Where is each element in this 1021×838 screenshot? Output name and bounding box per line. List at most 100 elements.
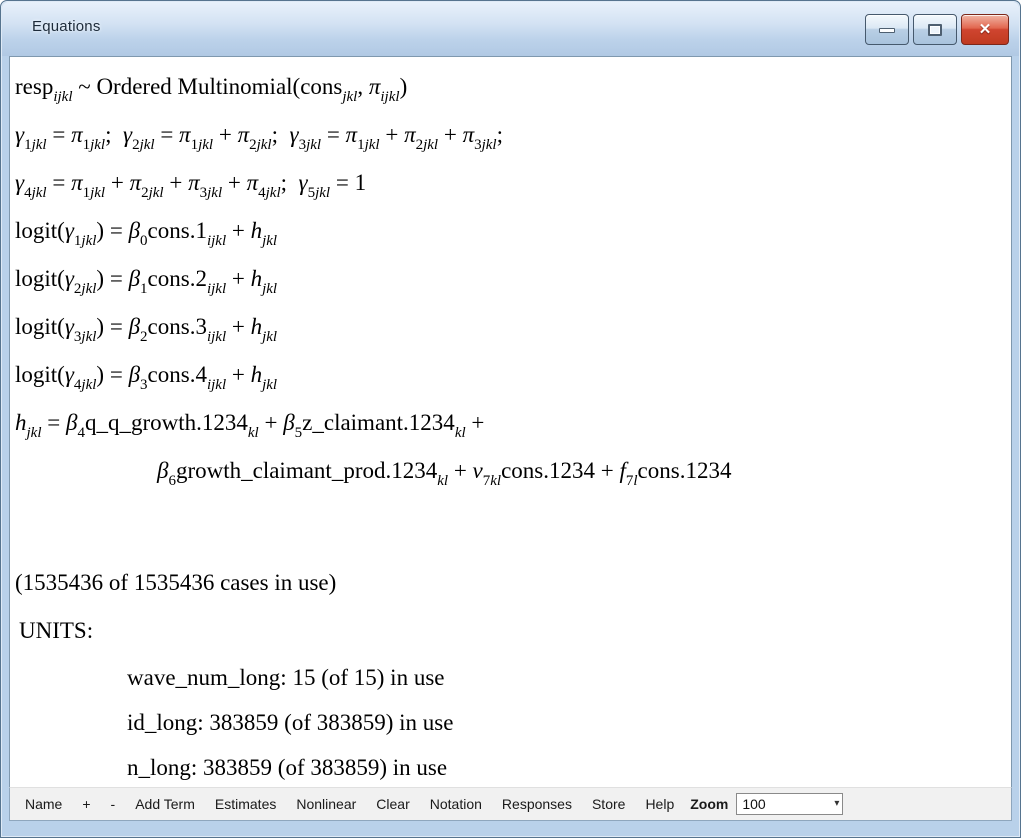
equation-token[interactable]: jkl: [198, 137, 213, 153]
equation-token[interactable]: +: [226, 362, 250, 387]
equation-line[interactable]: γ4jkl = π1jkl + π2jkl + π3jkl + π4jkl; γ…: [10, 159, 1011, 207]
toolbar-button-add-term[interactable]: Add Term: [125, 792, 205, 816]
equation-token[interactable]: resp: [15, 74, 53, 99]
equation-token[interactable]: β: [66, 410, 77, 435]
equation-token[interactable]: γ: [289, 122, 298, 147]
equation-token[interactable]: jkl: [257, 137, 272, 153]
equation-token[interactable]: jkl: [27, 425, 42, 441]
toolbar-button-notation[interactable]: Notation: [420, 792, 492, 816]
equation-line[interactable]: β6growth_claimant_prod.1234kl + v7klcons…: [10, 447, 1011, 495]
equation-token[interactable]: π: [369, 74, 381, 99]
equation-token[interactable]: +: [380, 122, 404, 147]
equation-token[interactable]: jkl: [262, 233, 277, 249]
equation-token[interactable]: ijkl: [207, 377, 226, 393]
equation-token[interactable]: π: [238, 122, 250, 147]
equation-token[interactable]: h: [251, 218, 263, 243]
title-bar[interactable]: Equations ✕: [2, 2, 1019, 56]
equation-token[interactable]: jkl: [315, 185, 330, 201]
equation-token[interactable]: ijkl: [207, 329, 226, 345]
equation-token[interactable]: 6: [168, 473, 176, 489]
equation-token[interactable]: 3: [140, 377, 148, 393]
equation-token[interactable]: jkl: [306, 137, 321, 153]
equation-token[interactable]: π: [179, 122, 191, 147]
toolbar-button-plus[interactable]: +: [72, 792, 100, 816]
equation-token[interactable]: 1: [83, 185, 91, 201]
equation-token[interactable]: logit(: [15, 314, 65, 339]
equation-token[interactable]: =: [155, 122, 179, 147]
equation-token[interactable]: jkl: [482, 137, 497, 153]
equation-token[interactable]: π: [404, 122, 416, 147]
equation-token[interactable]: jkl: [90, 137, 105, 153]
equation-token[interactable]: β: [157, 458, 168, 483]
equation-token[interactable]: =: [42, 410, 66, 435]
equation-token[interactable]: jkl: [262, 329, 277, 345]
equation-token[interactable]: v: [473, 458, 483, 483]
equation-token[interactable]: β: [129, 314, 140, 339]
equation-token[interactable]: logit(: [15, 362, 65, 387]
toolbar-button-estimates[interactable]: Estimates: [205, 792, 286, 816]
equation-token[interactable]: 0: [140, 233, 148, 249]
equation-token[interactable]: β: [283, 410, 294, 435]
equation-token[interactable]: +: [213, 122, 237, 147]
equation-token[interactable]: jkl: [262, 377, 277, 393]
equation-token[interactable]: 3: [200, 185, 208, 201]
equation-token[interactable]: ;: [272, 122, 290, 147]
toolbar-button-name[interactable]: Name: [15, 792, 72, 816]
equation-token[interactable]: +: [466, 410, 490, 435]
equation-token[interactable]: =: [47, 170, 71, 195]
equation-token[interactable]: 2: [140, 329, 148, 345]
equation-token[interactable]: cons.1234 +: [501, 458, 619, 483]
maximize-button[interactable]: [913, 14, 957, 45]
equation-token[interactable]: jkl: [140, 137, 155, 153]
equation-token[interactable]: π: [130, 170, 142, 195]
equation-token[interactable]: π: [346, 122, 358, 147]
equation-token[interactable]: ) =: [96, 266, 128, 291]
equation-token[interactable]: jkl: [32, 137, 47, 153]
close-button[interactable]: ✕: [961, 14, 1009, 45]
equation-token[interactable]: cons.4: [148, 362, 207, 387]
equation-line[interactable]: logit(γ1jkl) = β0cons.1ijkl + hjkl: [10, 207, 1011, 255]
toolbar-button-help[interactable]: Help: [635, 792, 684, 816]
equation-token[interactable]: ~ Ordered Multinomial(cons: [73, 74, 343, 99]
equation-token[interactable]: 3: [474, 137, 482, 153]
equation-token[interactable]: logit(: [15, 266, 65, 291]
equation-line[interactable]: logit(γ2jkl) = β1cons.2ijkl + hjkl: [10, 255, 1011, 303]
equation-token[interactable]: jkl: [81, 377, 96, 393]
equation-token[interactable]: jkl: [365, 137, 380, 153]
equation-token[interactable]: jkl: [32, 185, 47, 201]
equation-token[interactable]: 4: [258, 185, 266, 201]
toolbar-button-minus[interactable]: -: [101, 792, 126, 816]
equation-token[interactable]: ijkl: [207, 233, 226, 249]
equation-token[interactable]: +: [448, 458, 472, 483]
equation-token[interactable]: jkl: [207, 185, 222, 201]
equation-token[interactable]: γ: [15, 170, 24, 195]
equation-token[interactable]: h: [251, 266, 263, 291]
equation-token[interactable]: =: [47, 122, 71, 147]
equation-token[interactable]: ijkl: [380, 89, 399, 105]
equation-token[interactable]: jkl: [342, 89, 357, 105]
equation-token[interactable]: jkl: [266, 185, 281, 201]
equation-token[interactable]: +: [226, 266, 250, 291]
equation-token[interactable]: ) =: [96, 314, 128, 339]
equation-token[interactable]: h: [251, 314, 263, 339]
equation-token[interactable]: jkl: [262, 281, 277, 297]
equation-token[interactable]: cons.1234: [638, 458, 732, 483]
equation-token[interactable]: z_claimant.1234: [302, 410, 455, 435]
equation-token[interactable]: 3: [299, 137, 307, 153]
equation-token[interactable]: ) =: [96, 218, 128, 243]
equation-token[interactable]: growth_claimant_prod.1234: [176, 458, 437, 483]
equation-token[interactable]: +: [226, 314, 250, 339]
equation-token[interactable]: kl: [248, 425, 259, 441]
toolbar-button-nonlinear[interactable]: Nonlinear: [286, 792, 366, 816]
equation-token[interactable]: γ: [299, 170, 308, 195]
toolbar-button-responses[interactable]: Responses: [492, 792, 582, 816]
equation-token[interactable]: jkl: [423, 137, 438, 153]
equation-token[interactable]: π: [71, 122, 83, 147]
equation-line[interactable]: logit(γ4jkl) = β3cons.4ijkl + hjkl: [10, 351, 1011, 399]
equation-token[interactable]: ijkl: [53, 89, 72, 105]
equation-token[interactable]: ijkl: [207, 281, 226, 297]
equation-token[interactable]: 4: [24, 185, 32, 201]
equation-token[interactable]: 2: [416, 137, 424, 153]
equation-token[interactable]: γ: [123, 122, 132, 147]
equation-line[interactable]: respijkl ~ Ordered Multinomial(consjkl, …: [10, 63, 1011, 111]
